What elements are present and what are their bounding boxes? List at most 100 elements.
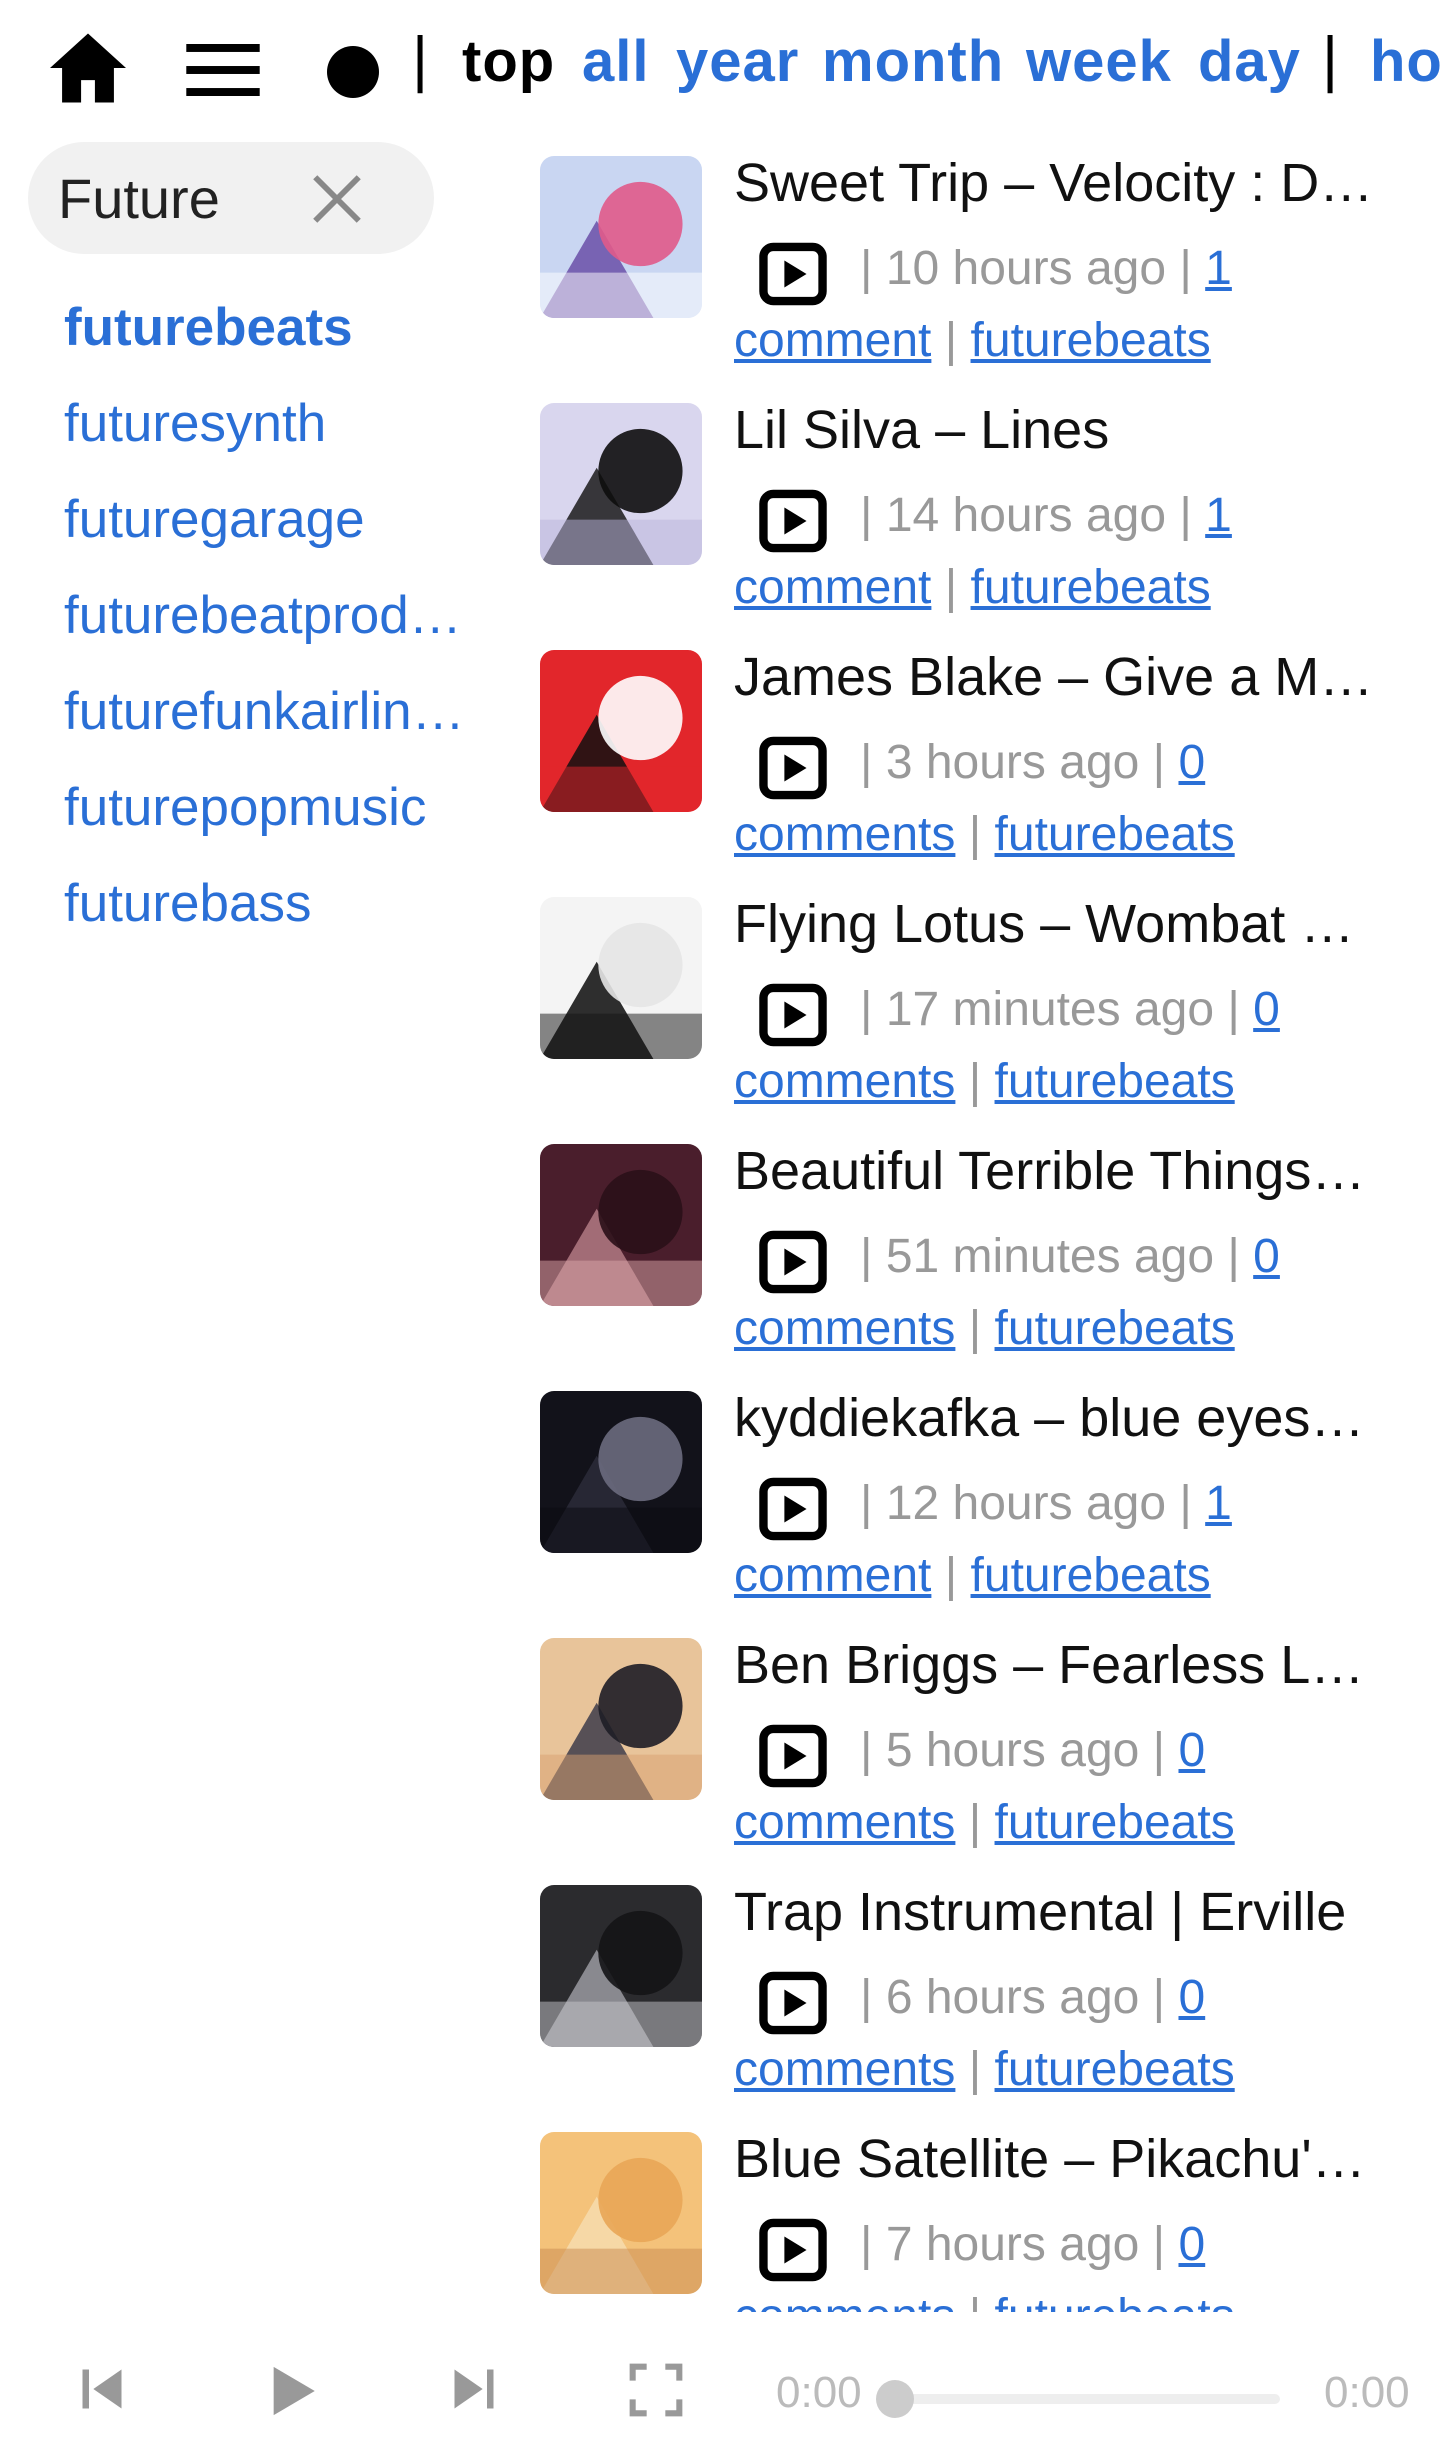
subreddit-link[interactable]: futurebeats bbox=[995, 1055, 1235, 1108]
subreddit-item-futurebass[interactable]: futurebass bbox=[64, 872, 484, 968]
sort-week-link[interactable]: week bbox=[1026, 28, 1172, 95]
play-video-icon[interactable] bbox=[758, 736, 828, 800]
comment-count-link[interactable]: 0 bbox=[1253, 1230, 1280, 1283]
comment-count-link[interactable]: 1 bbox=[1205, 242, 1232, 295]
comments-link[interactable]: comments bbox=[734, 2043, 955, 2096]
sort-month-link[interactable]: month bbox=[822, 28, 1004, 95]
subreddit-link[interactable]: futurebeats bbox=[995, 1302, 1235, 1355]
circle-icon[interactable] bbox=[327, 46, 379, 98]
sort-top-link[interactable]: top bbox=[462, 28, 555, 95]
post-time: 12 hours ago bbox=[885, 1477, 1167, 1530]
post-thumbnail[interactable] bbox=[540, 897, 702, 1059]
post-item[interactable]: Trap Instrumental | Erville | 6 hours ago… bbox=[540, 1879, 1440, 2126]
post-item[interactable]: James Blake – Give a Ma… | 3 hours ago | … bbox=[540, 644, 1440, 891]
subreddit-item-futurebeatproducers[interactable]: futurebeatprod… bbox=[64, 584, 484, 680]
post-thumbnail[interactable] bbox=[540, 1144, 702, 1306]
play-video-icon[interactable] bbox=[758, 242, 828, 306]
post-time: 3 hours ago bbox=[885, 736, 1140, 789]
subreddit-link[interactable]: futurebeats bbox=[971, 561, 1211, 614]
subreddit-link[interactable]: futurebeats bbox=[995, 808, 1235, 861]
skip-next-icon[interactable] bbox=[448, 2362, 500, 2416]
comments-link[interactable]: comment bbox=[734, 1549, 931, 1602]
play-icon[interactable] bbox=[268, 2362, 318, 2420]
sort-year-link[interactable]: year bbox=[676, 28, 799, 95]
post-meta: | 51 minutes ago | 0 bbox=[860, 1230, 1280, 1283]
post-time: 17 minutes ago bbox=[885, 983, 1215, 1036]
post-item[interactable]: Beautiful Terrible Things … | 51 minutes … bbox=[540, 1138, 1440, 1385]
post-thumbnail[interactable] bbox=[540, 650, 702, 812]
post-item[interactable]: Blue Satellite – Pikachu's … | 7 hours ag… bbox=[540, 2126, 1440, 2312]
post-title[interactable]: kyddiekafka – blue eyes [… bbox=[734, 1385, 1374, 1451]
comments-link[interactable]: comment bbox=[734, 561, 931, 614]
post-title[interactable]: Sweet Trip – Velocity : De… bbox=[734, 150, 1374, 216]
post-thumbnail[interactable] bbox=[540, 403, 702, 565]
post-thumbnail[interactable] bbox=[540, 1391, 702, 1553]
search-input[interactable] bbox=[58, 162, 298, 234]
home-icon[interactable] bbox=[46, 30, 130, 106]
skip-previous-icon[interactable] bbox=[76, 2362, 128, 2416]
separator: | bbox=[412, 25, 429, 94]
seek-bar[interactable] bbox=[880, 2394, 1280, 2404]
post-thumbnail[interactable] bbox=[540, 2132, 702, 2294]
close-icon[interactable] bbox=[308, 170, 366, 228]
comment-count-link[interactable]: 0 bbox=[1253, 983, 1280, 1036]
comments-link[interactable]: comments bbox=[734, 1796, 955, 1849]
play-video-icon[interactable] bbox=[758, 983, 828, 1047]
play-video-icon[interactable] bbox=[758, 489, 828, 553]
post-item[interactable]: Ben Briggs – Fearless Livi… | 5 hours ago… bbox=[540, 1632, 1440, 1879]
post-title[interactable]: Blue Satellite – Pikachu's … bbox=[734, 2126, 1374, 2192]
play-video-icon[interactable] bbox=[758, 1971, 828, 2035]
post-time: 5 hours ago bbox=[885, 1724, 1140, 1777]
post-thumbnail[interactable] bbox=[540, 1885, 702, 2047]
post-title[interactable]: Lil Silva – Lines bbox=[734, 397, 1374, 463]
post-title[interactable]: James Blake – Give a Ma… bbox=[734, 644, 1374, 710]
post-title[interactable]: Ben Briggs – Fearless Livi… bbox=[734, 1632, 1374, 1698]
subreddit-link[interactable]: futurebeats bbox=[971, 314, 1211, 367]
comments-link[interactable]: comments bbox=[734, 1055, 955, 1108]
subreddit-link[interactable]: futurebeats bbox=[995, 2290, 1235, 2312]
subreddit-item-futuregarage[interactable]: futuregarage bbox=[64, 488, 484, 584]
post-item[interactable]: kyddiekafka – blue eyes [… | 12 hours ago… bbox=[540, 1385, 1440, 1632]
menu-icon[interactable] bbox=[186, 44, 260, 96]
play-video-icon[interactable] bbox=[758, 2218, 828, 2282]
subreddit-search bbox=[28, 142, 434, 254]
post-title[interactable]: Trap Instrumental | Erville bbox=[734, 1879, 1374, 1945]
sort-all-link[interactable]: all bbox=[582, 28, 650, 95]
comments-link[interactable]: comments bbox=[734, 2290, 955, 2312]
play-video-icon[interactable] bbox=[758, 1230, 828, 1294]
post-title[interactable]: Beautiful Terrible Things … bbox=[734, 1138, 1374, 1204]
comment-count-link[interactable]: 1 bbox=[1205, 1477, 1232, 1530]
sort-day-link[interactable]: day bbox=[1198, 28, 1301, 95]
fullscreen-icon[interactable] bbox=[628, 2362, 684, 2418]
post-meta-links: comments | futurebeats bbox=[734, 808, 1235, 861]
post-item[interactable]: Sweet Trip – Velocity : De… | 10 hours ag… bbox=[540, 150, 1440, 397]
subreddit-link[interactable]: futurebeats bbox=[971, 1549, 1211, 1602]
play-video-icon[interactable] bbox=[758, 1724, 828, 1788]
subreddit-item-futurebeats[interactable]: futurebeats bbox=[64, 296, 484, 392]
comment-count-link[interactable]: 1 bbox=[1205, 489, 1232, 542]
top-bar: | top all year month week day | ho bbox=[0, 0, 1440, 135]
comment-count-link[interactable]: 0 bbox=[1178, 1724, 1205, 1777]
subreddit-link[interactable]: futurebeats bbox=[995, 2043, 1235, 2096]
post-thumbnail[interactable] bbox=[540, 156, 702, 318]
post-thumbnail[interactable] bbox=[540, 1638, 702, 1800]
comment-count-link[interactable]: 0 bbox=[1178, 736, 1205, 789]
post-item[interactable]: Lil Silva – Lines | 14 hours ago | 1 comme… bbox=[540, 397, 1440, 644]
subreddit-link[interactable]: futurebeats bbox=[995, 1796, 1235, 1849]
post-meta-links: comments | futurebeats bbox=[734, 1055, 1235, 1108]
comments-link[interactable]: comment bbox=[734, 314, 931, 367]
comments-link[interactable]: comments bbox=[734, 1302, 955, 1355]
post-meta: | 17 minutes ago | 0 bbox=[860, 983, 1280, 1036]
seek-handle[interactable] bbox=[876, 2380, 914, 2418]
comment-count-link[interactable]: 0 bbox=[1178, 1971, 1205, 2024]
post-meta-links: comments | futurebeats bbox=[734, 2043, 1235, 2096]
subreddit-item-futurefunkairlines[interactable]: futurefunkairlin… bbox=[64, 680, 484, 776]
post-item[interactable]: Flying Lotus – Wombat C… | 17 minutes ago… bbox=[540, 891, 1440, 1138]
comments-link[interactable]: comments bbox=[734, 808, 955, 861]
subreddit-item-futurepopmusic[interactable]: futurepopmusic bbox=[64, 776, 484, 872]
play-video-icon[interactable] bbox=[758, 1477, 828, 1541]
comment-count-link[interactable]: 0 bbox=[1178, 2218, 1205, 2271]
subreddit-item-futuresynth[interactable]: futuresynth bbox=[64, 392, 484, 488]
sort-hot-link[interactable]: ho bbox=[1370, 28, 1440, 95]
post-title[interactable]: Flying Lotus – Wombat C… bbox=[734, 891, 1374, 957]
